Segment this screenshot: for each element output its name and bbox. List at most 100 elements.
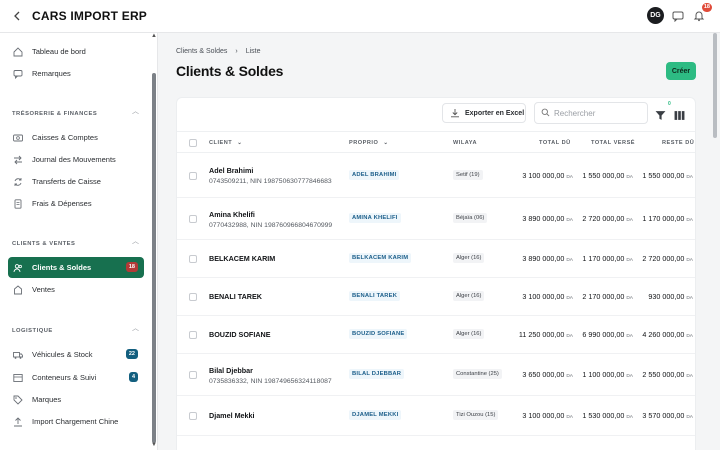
filter-icon[interactable]	[655, 108, 667, 120]
total-verse-cell: 1 100 000,00 DA	[582, 370, 633, 379]
sidebar-item-vehicules[interactable]: Véhicules & Stock 22	[8, 344, 144, 365]
table-row[interactable]: BELKACEM KARIM BELKACEM KARIM Alger (16) 3 …	[177, 240, 695, 278]
client-name[interactable]: Djamel Mekki	[209, 411, 255, 420]
total-verse-cell: 2 720 000,00 DA	[582, 214, 633, 223]
table-row[interactable]: Amina Khelifi 0770432988, NIN 19876096680…	[177, 198, 695, 240]
table-header: CLIENT ⌄ PROPRIO ⌄ WILAYA TOTAL DÛ TOTAL V…	[177, 131, 695, 153]
section-title-tresorerie: TRÉSORERIE & FINANCES	[12, 111, 98, 117]
sidebar-item-conteneurs[interactable]: Conteneurs & Suivi 4	[8, 367, 144, 388]
search-input[interactable]	[554, 108, 644, 118]
wilaya-badge: Setif (19)	[453, 170, 483, 180]
notification-badge: 18	[701, 2, 712, 12]
back-arrow-icon[interactable]	[8, 7, 26, 25]
total-du-cell: 3 100 000,00 DA	[522, 292, 573, 301]
row-checkbox[interactable]	[189, 331, 197, 339]
reste-du-cell: 1 170 000,00 DA	[642, 214, 693, 223]
scroll-down-icon[interactable]: ▼	[151, 442, 157, 448]
reste-du-cell: 4 260 000,00 DA	[642, 330, 693, 339]
main-scrollbar[interactable]	[713, 33, 717, 138]
client-name[interactable]: BOUZID SOFIANE	[209, 330, 271, 339]
sidebar-item-label: Ventes	[32, 285, 55, 294]
create-button[interactable]: Créer	[666, 62, 696, 80]
total-verse-cell: 1 530 000,00 DA	[582, 411, 633, 420]
sidebar-item-label: Clients & Soldes	[32, 263, 92, 272]
column-header-total-du: TOTAL DÛ	[539, 140, 571, 146]
breadcrumb-link[interactable]: Clients & Soldes	[176, 48, 227, 55]
export-excel-button[interactable]: Exporter en Excel	[442, 103, 526, 123]
search-box[interactable]	[534, 102, 648, 124]
avatar[interactable]: DG	[647, 7, 664, 24]
filter-count: 0	[668, 101, 671, 107]
sidebar-item-import-chine[interactable]: Import Chargement Chine	[8, 411, 144, 432]
count-badge: 18	[125, 262, 138, 272]
sidebar-item-label: Marques	[32, 395, 62, 404]
sidebar-item-label: Import Chargement Chine	[32, 417, 119, 426]
client-details: 0770432988, NIN 198760966804670999	[209, 222, 333, 229]
refresh-icon	[12, 176, 24, 188]
table-row[interactable]: Bilal Djebbar 0735836332, NIN 19874965632…	[177, 354, 695, 396]
sidebar-item-ventes[interactable]: Ventes	[8, 279, 144, 300]
sidebar-item-caisses[interactable]: Caisses & Comptes	[8, 127, 144, 148]
total-du-cell: 3 650 000,00 DA	[522, 370, 573, 379]
row-checkbox[interactable]	[189, 412, 197, 420]
column-header-proprio[interactable]: PROPRIO ⌄	[349, 140, 389, 146]
cart-icon	[12, 284, 24, 296]
upload-icon	[12, 416, 24, 428]
wilaya-badge: Alger (16)	[453, 329, 485, 339]
row-checkbox[interactable]	[189, 215, 197, 223]
count-badge: 4	[128, 372, 138, 382]
client-name[interactable]: Bilal Djebbar	[209, 366, 253, 375]
row-checkbox[interactable]	[189, 371, 197, 379]
table-row[interactable]: BENALI TAREK BENALI TAREK Alger (16) 3 100 …	[177, 278, 695, 316]
dashboard-icon	[12, 46, 24, 58]
column-header-client[interactable]: CLIENT ⌄	[209, 140, 242, 146]
sidebar-item-frais[interactable]: Frais & Dépenses	[8, 193, 144, 214]
client-name[interactable]: BENALI TAREK	[209, 292, 262, 301]
table-row[interactable]: Adel Brahimi 0743509211, NIN 198750630777…	[177, 154, 695, 198]
row-checkbox[interactable]	[189, 293, 197, 301]
reste-du-cell: 2 720 000,00 DA	[642, 254, 693, 263]
total-verse-cell: 1 170 000,00 DA	[582, 254, 633, 263]
row-checkbox[interactable]	[189, 255, 197, 263]
proprio-badge: ADEL BRAHIMI	[349, 170, 400, 180]
column-header-reste-du: RESTE DÛ	[662, 140, 695, 146]
sidebar-item-marques[interactable]: Marques	[8, 389, 144, 410]
columns-icon[interactable]	[674, 108, 686, 120]
table-row[interactable]: Djamel Mekki DJAMEL MEKKI Tizi Ouzou (15) 3…	[177, 396, 695, 436]
scroll-up-icon[interactable]: ▲	[151, 33, 157, 39]
total-du-cell: 3 890 000,00 DA	[522, 214, 573, 223]
total-du-cell: 3 890 000,00 DA	[522, 254, 573, 263]
column-header-total-verse: TOTAL VERSÉ	[591, 140, 636, 146]
chevron-down-icon: ⌄	[383, 140, 389, 146]
search-icon	[541, 104, 550, 122]
app-title: CARS IMPORT ERP	[32, 9, 148, 23]
sidebar-scrollbar[interactable]	[152, 73, 156, 443]
wilaya-badge: Béjaïa (06)	[453, 213, 488, 223]
select-all-checkbox[interactable]	[189, 139, 197, 147]
sidebar-item-clients-soldes[interactable]: Clients & Soldes 18	[8, 257, 144, 278]
total-verse-cell: 6 990 000,00 DA	[582, 330, 633, 339]
sidebar-item-journal[interactable]: Journal des Mouvements	[8, 149, 144, 170]
sidebar-item-transferts[interactable]: Transferts de Caisse	[8, 171, 144, 192]
client-name[interactable]: BELKACEM KARIM	[209, 254, 275, 263]
users-icon	[12, 262, 24, 274]
client-name[interactable]: Amina Khelifi	[209, 210, 255, 219]
chevron-up-icon[interactable]: ︿	[132, 236, 140, 245]
messages-icon[interactable]	[671, 9, 685, 23]
sidebar-item-tableau-de-bord[interactable]: Tableau de bord	[8, 41, 144, 62]
reste-du-cell: 1 550 000,00 DA	[642, 171, 693, 180]
sidebar-item-label: Conteneurs & Suivi	[32, 373, 97, 382]
total-du-cell: 3 100 000,00 DA	[522, 171, 573, 180]
total-verse-cell: 2 170 000,00 DA	[582, 292, 633, 301]
sidebar-item-label: Frais & Dépenses	[32, 199, 92, 208]
section-title-logistique: LOGISTIQUE	[12, 328, 53, 334]
chevron-up-icon[interactable]: ︿	[132, 106, 140, 115]
client-name[interactable]: Adel Brahimi	[209, 166, 253, 175]
row-checkbox[interactable]	[189, 172, 197, 180]
chevron-up-icon[interactable]: ︿	[132, 323, 140, 332]
client-details: 0743509211, NIN 198750630777846683	[209, 178, 332, 185]
sidebar-item-remarques[interactable]: Remarques	[8, 63, 144, 84]
bell-icon[interactable]: 18	[692, 2, 712, 23]
download-icon	[450, 108, 460, 118]
table-row[interactable]: BOUZID SOFIANE BOUZID SOFIANE Alger (16) 11…	[177, 316, 695, 354]
